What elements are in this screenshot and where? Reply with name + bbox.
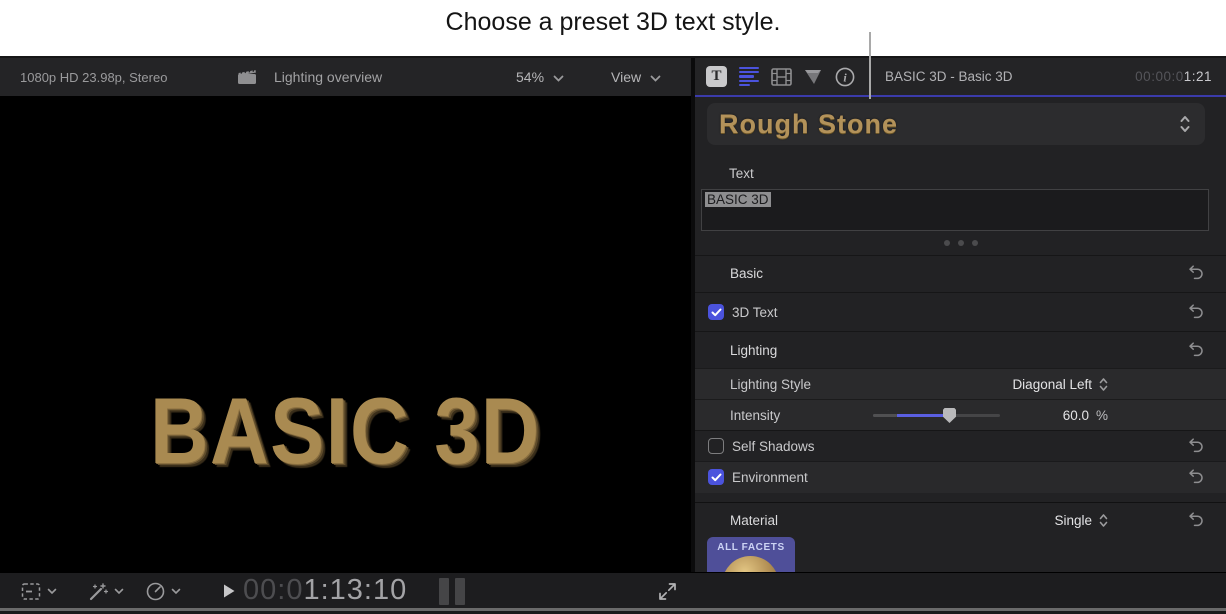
- speed-gauge-icon: [145, 581, 166, 602]
- audio-meter-left[interactable]: [439, 578, 449, 605]
- crop-transform-menu[interactable]: [21, 573, 57, 609]
- reset-icon[interactable]: [1188, 342, 1204, 362]
- retime-menu[interactable]: [145, 573, 181, 609]
- row-basic-label: Basic: [730, 266, 763, 281]
- self-shadows-checkbox[interactable]: [708, 438, 724, 454]
- audio-meter-right[interactable]: [455, 578, 465, 605]
- row-self-shadows-label: Self Shadows: [732, 439, 815, 454]
- reset-icon[interactable]: [1188, 265, 1204, 285]
- slider-thumb[interactable]: [943, 408, 956, 423]
- slider-fill: [897, 414, 949, 417]
- row-basic: Basic: [695, 255, 1226, 292]
- row-lighting-style: Lighting Style Diagonal Left: [695, 368, 1226, 399]
- intensity-value-field[interactable]: 60.0 %: [1063, 408, 1108, 423]
- zoom-level-menu[interactable]: 54%: [516, 69, 564, 85]
- clapperboard-icon: [237, 68, 257, 90]
- row-lighting: Lighting: [695, 331, 1226, 368]
- row-lighting-label: Lighting: [730, 343, 777, 358]
- resize-handle-dots[interactable]: [695, 233, 1226, 251]
- material-preview-sphere: [722, 556, 779, 572]
- timecode-dim: 00:00:0: [1135, 69, 1184, 84]
- reset-icon[interactable]: [1188, 469, 1204, 489]
- tab-generator-inspector[interactable]: [802, 66, 823, 87]
- intensity-unit: %: [1096, 408, 1108, 423]
- updown-chevron-icon: [1179, 114, 1191, 139]
- updown-chevron-icon: [1099, 377, 1108, 392]
- row-3d-text-label: 3D Text: [732, 305, 778, 320]
- chevron-down-icon: [47, 588, 57, 595]
- text-value-input[interactable]: BASIC 3D: [701, 189, 1209, 231]
- preset-style-dropdown[interactable]: Rough Stone: [707, 103, 1205, 145]
- row-intensity-label: Intensity: [730, 408, 780, 423]
- play-icon: [222, 583, 236, 599]
- magic-wand-icon: [87, 581, 109, 602]
- all-facets-label: ALL FACETS: [707, 542, 795, 553]
- chevron-down-icon: [171, 588, 181, 595]
- 3d-text-checkbox[interactable]: [708, 304, 724, 320]
- text-inspector-icon: T: [711, 68, 721, 85]
- inspector-panel: T i BASIC 3D - Basic 3D 00:00:01:21 Roug…: [695, 58, 1226, 572]
- annotation-pointer-line: [869, 32, 871, 99]
- tab-text-inspector[interactable]: T: [706, 66, 727, 87]
- material-all-facets-tab[interactable]: ALL FACETS: [707, 537, 795, 572]
- reset-icon[interactable]: [1188, 304, 1204, 324]
- transport-bar: 00:01:13:10: [0, 572, 1226, 608]
- row-intensity: Intensity 60.0 %: [695, 399, 1226, 430]
- chevron-down-icon: [553, 69, 564, 85]
- view-menu[interactable]: View: [611, 69, 661, 85]
- canvas-3d-text[interactable]: BASIC 3D: [48, 384, 642, 478]
- row-3d-text: 3D Text: [695, 292, 1226, 331]
- tab-video-inspector[interactable]: [771, 66, 792, 87]
- intensity-slider[interactable]: [873, 414, 1000, 417]
- row-lighting-style-label: Lighting Style: [730, 377, 811, 392]
- material-popup[interactable]: Single: [1054, 513, 1108, 528]
- text-section-label: Text: [729, 166, 754, 181]
- row-environment: Environment: [695, 461, 1226, 493]
- timecode-dim: 00:0: [243, 574, 303, 606]
- inspector-title: BASIC 3D - Basic 3D: [885, 69, 1013, 84]
- cone-icon: [803, 68, 823, 86]
- reset-icon[interactable]: [1188, 512, 1204, 532]
- updown-chevron-icon: [1099, 513, 1108, 528]
- tab-info-inspector[interactable]: i: [834, 66, 855, 87]
- expand-icon: [658, 582, 677, 601]
- chevron-down-icon: [650, 69, 661, 85]
- enhancements-menu[interactable]: [87, 573, 124, 609]
- project-name: Lighting overview: [274, 69, 382, 85]
- filmstrip-icon: [771, 68, 792, 86]
- slider-track-head: [873, 414, 897, 417]
- view-menu-label: View: [611, 69, 641, 85]
- row-material-label: Material: [730, 513, 778, 528]
- inspector-tabbar: T i BASIC 3D - Basic 3D 00:00:01:21: [695, 58, 1226, 95]
- annotation-caption: Choose a preset 3D text style.: [0, 8, 1226, 37]
- timecode-bright: 1:13:10: [303, 574, 407, 606]
- viewer-toolbar: 1080p HD 23.98p, Stereo Lighting overvie…: [0, 58, 691, 96]
- play-button[interactable]: [222, 573, 236, 609]
- inspector-timecode: 00:00:01:21: [1135, 69, 1212, 84]
- fullscreen-button[interactable]: [658, 573, 677, 609]
- screenshot-root: Choose a preset 3D text style. 1080p HD …: [0, 0, 1226, 614]
- svg-text:i: i: [843, 70, 847, 84]
- tabbar-accent-line: [695, 95, 1226, 97]
- row-environment-label: Environment: [732, 470, 808, 485]
- crop-icon: [21, 582, 41, 601]
- chevron-down-icon: [114, 588, 124, 595]
- playhead-timecode[interactable]: 00:01:13:10: [243, 574, 407, 607]
- zoom-level-value: 54%: [516, 69, 544, 85]
- tab-text-format[interactable]: [739, 66, 760, 87]
- text-value-selected: BASIC 3D: [705, 192, 771, 207]
- preset-style-value: Rough Stone: [719, 109, 898, 140]
- intensity-value: 60.0: [1063, 408, 1089, 423]
- viewer-format-info: 1080p HD 23.98p, Stereo: [20, 70, 167, 85]
- lighting-style-value: Diagonal Left: [1012, 377, 1092, 392]
- material-value: Single: [1054, 513, 1092, 528]
- reset-icon[interactable]: [1188, 438, 1204, 458]
- lighting-style-popup[interactable]: Diagonal Left: [1012, 377, 1108, 392]
- viewer-canvas[interactable]: BASIC 3D: [0, 96, 691, 572]
- info-icon: i: [835, 67, 855, 87]
- row-self-shadows: Self Shadows: [695, 430, 1226, 461]
- row-material: Material Single: [695, 502, 1226, 537]
- timecode-bright: 1:21: [1184, 69, 1212, 84]
- environment-checkbox[interactable]: [708, 469, 724, 485]
